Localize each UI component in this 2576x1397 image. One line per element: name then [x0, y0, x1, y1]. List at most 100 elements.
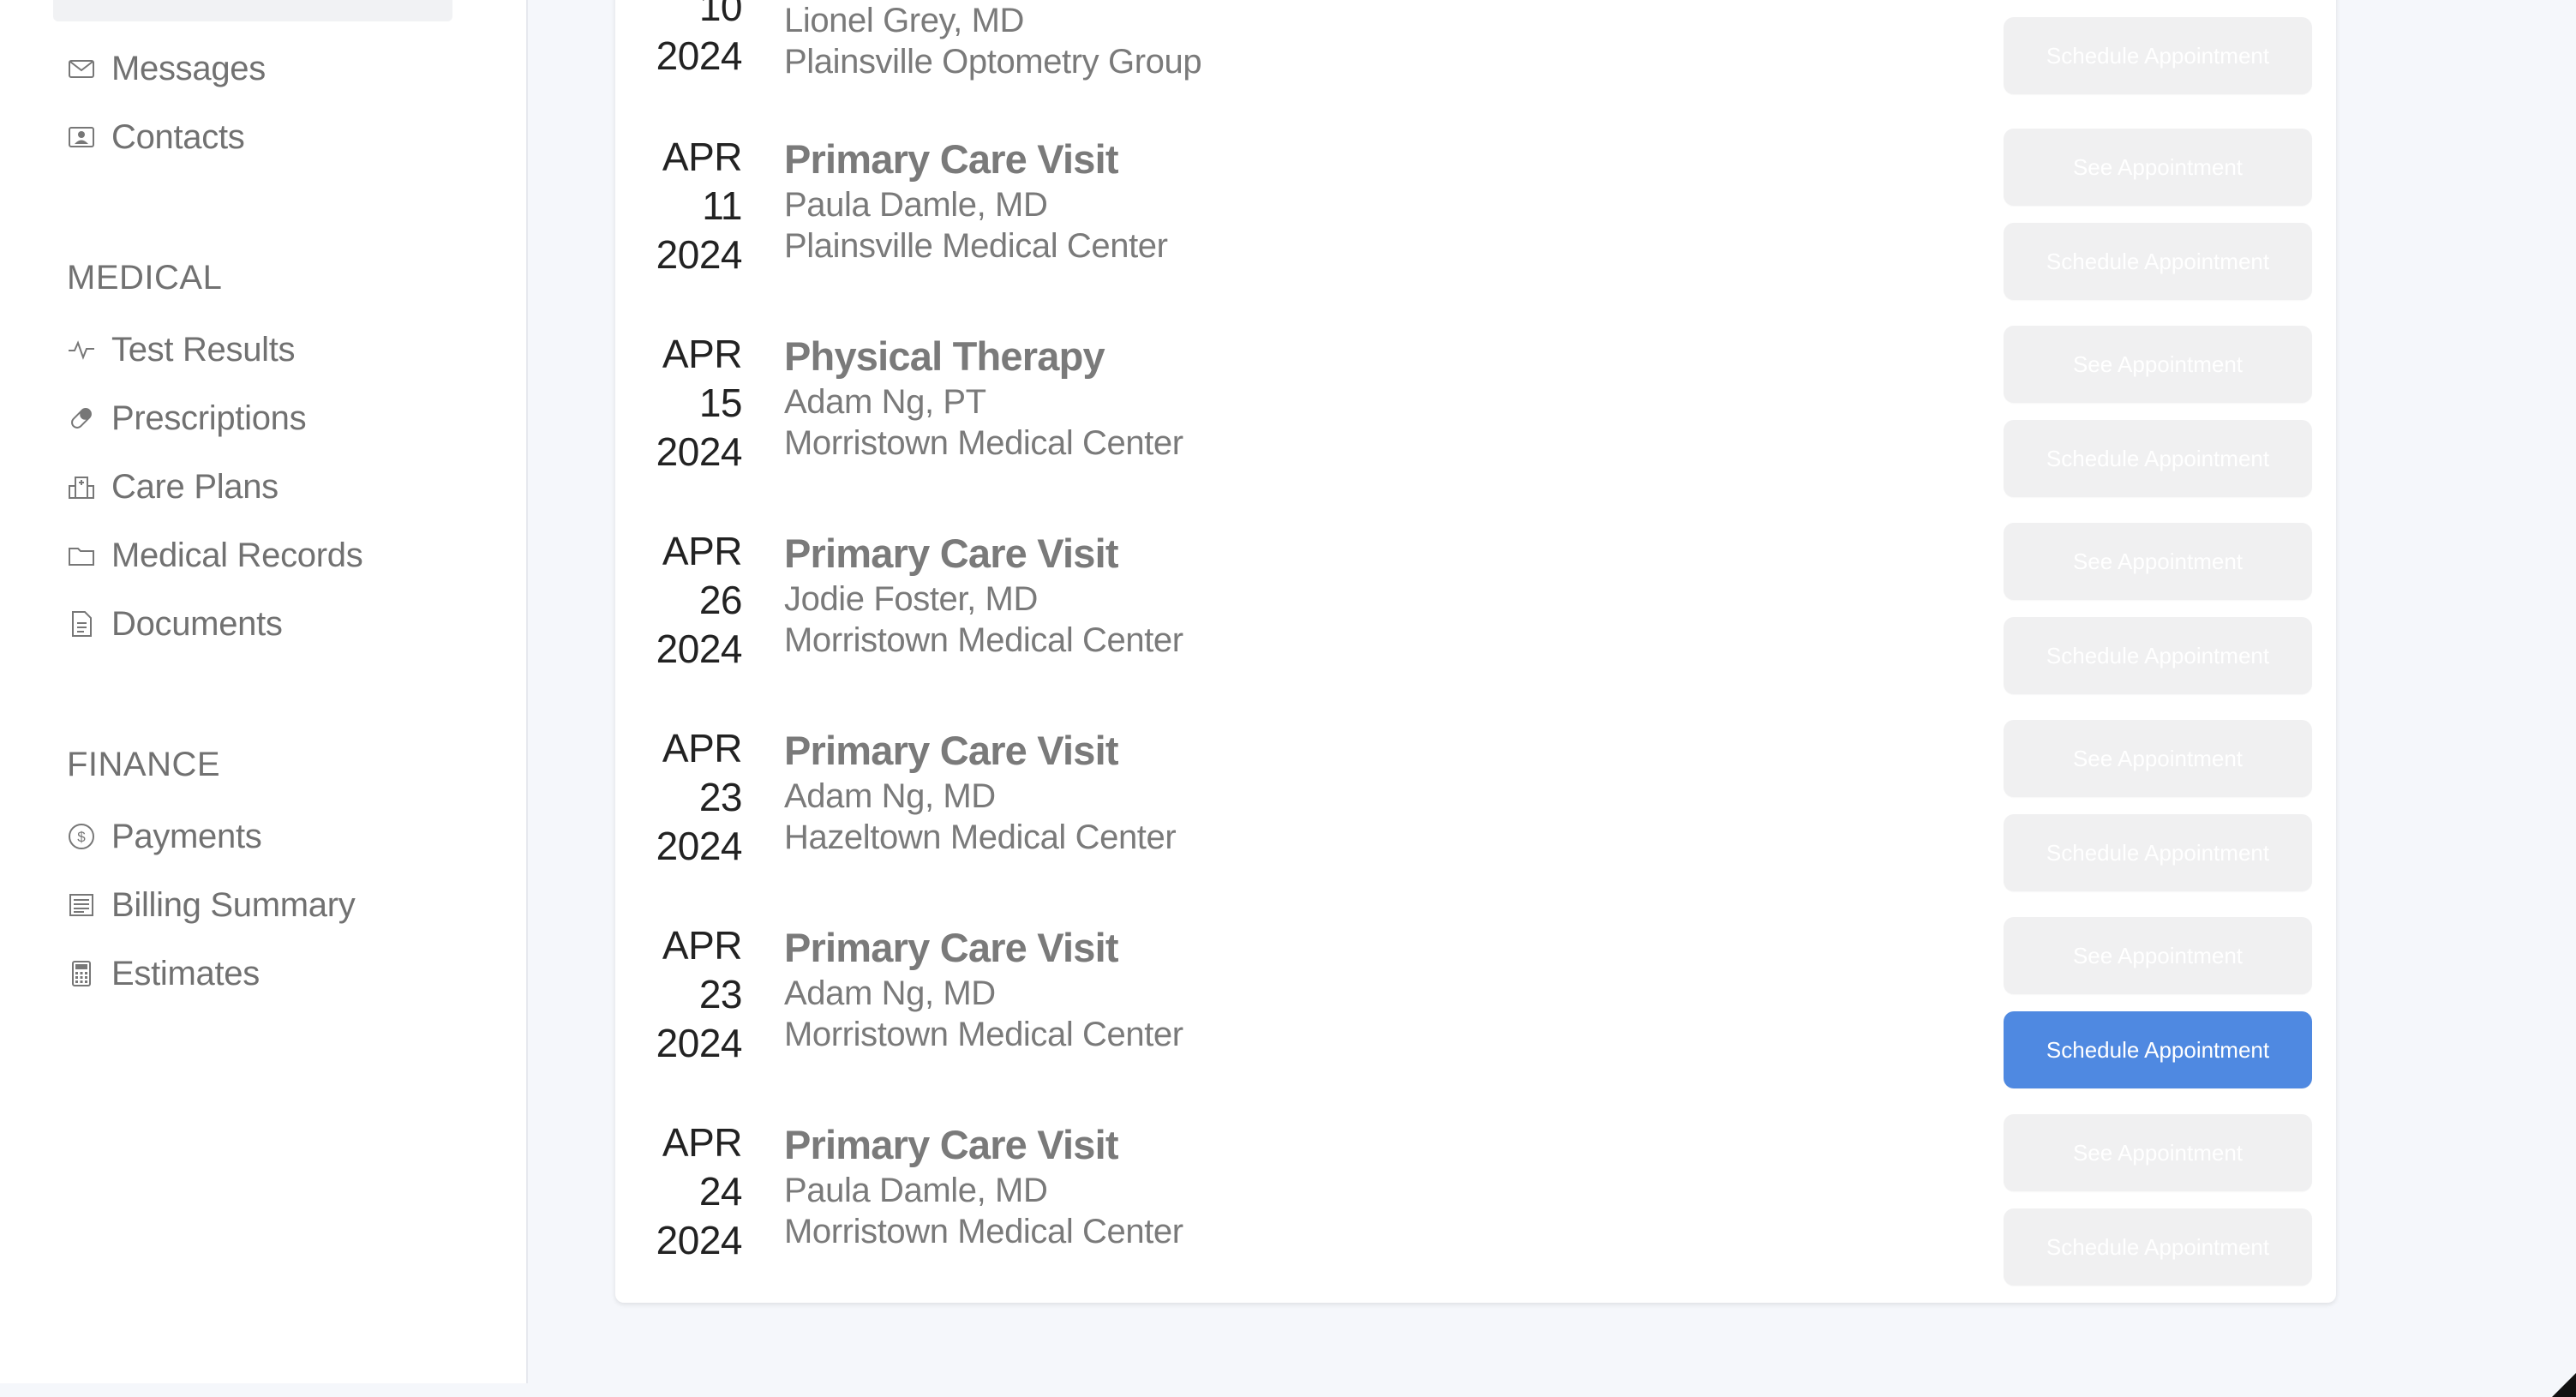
sidebar-item-documents[interactable]: Documents: [67, 600, 283, 648]
sidebar-item-label: Billing Summary: [111, 885, 356, 924]
sidebar-item-test-results[interactable]: Test Results: [67, 326, 296, 374]
sidebar-item-label: Medical Records: [111, 536, 363, 574]
sidebar: Messages Contacts MEDICAL Test Results P…: [0, 0, 528, 1383]
appointment-year: 2024: [656, 627, 743, 671]
see-appointment-button[interactable]: See Appointment: [2004, 1114, 2312, 1191]
appointment-date: APR 26 2024: [615, 527, 743, 674]
appointment-month: APR: [662, 1120, 743, 1165]
appointment-location: Morristown Medical Center: [784, 1213, 1183, 1250]
appointment-date: APR 24 2024: [615, 1118, 743, 1265]
appointment-month: APR: [662, 529, 743, 573]
sidebar-item-appointments-active[interactable]: [53, 0, 452, 21]
sidebar-item-care-plans[interactable]: Care Plans: [67, 463, 279, 511]
appointment-day: 26: [698, 578, 743, 622]
see-appointment-button[interactable]: See Appointment: [2004, 917, 2312, 994]
appointment-month: APR: [662, 923, 743, 968]
appointment-location: Morristown Medical Center: [784, 1016, 1183, 1053]
pill-icon: [67, 404, 96, 433]
appointment-year: 2024: [656, 232, 743, 277]
appointment-title: Physical Therapy: [784, 333, 1105, 379]
appointment-provider: Paula Damle, MD: [784, 1172, 1048, 1209]
appointment-provider: Adam Ng, MD: [784, 974, 996, 1012]
appointment-month: APR: [662, 135, 743, 179]
appointment-location: Morristown Medical Center: [784, 424, 1183, 462]
appointment-date: APR 23 2024: [615, 724, 743, 871]
pulse-icon: [67, 335, 96, 364]
schedule-appointment-button[interactable]: Schedule Appointment: [2004, 1208, 2312, 1286]
appointment-details: Lionel Grey, MD Plainsville Optometry Gr…: [784, 0, 1202, 82]
sidebar-item-prescriptions[interactable]: Prescriptions: [67, 394, 307, 442]
sidebar-item-billing-summary[interactable]: Billing Summary: [67, 881, 356, 929]
appointment-month: APR: [662, 332, 743, 376]
schedule-appointment-button[interactable]: Schedule Appointment: [2004, 1011, 2312, 1088]
appointment-day: 23: [698, 775, 743, 819]
appointment-row: APR 15 2024 Physical Therapy Adam Ng, PT…: [615, 326, 2336, 527]
appointment-row: APR 23 2024 Primary Care Visit Adam Ng, …: [615, 917, 2336, 1118]
section-title-finance: FINANCE: [67, 746, 221, 783]
schedule-appointment-button[interactable]: Schedule Appointment: [2004, 17, 2312, 94]
receipt-icon: [67, 890, 96, 920]
appointment-title: Primary Care Visit: [784, 531, 1119, 576]
contact-card-icon: [67, 123, 96, 152]
sidebar-item-label: Care Plans: [111, 467, 279, 506]
see-appointment-button[interactable]: See Appointment: [2004, 129, 2312, 206]
appointment-day: 10: [698, 0, 743, 29]
sidebar-item-label: Test Results: [111, 330, 296, 369]
appointment-location: Morristown Medical Center: [784, 621, 1183, 659]
section-title-medical: MEDICAL: [67, 259, 223, 297]
see-appointment-button[interactable]: See Appointment: [2004, 523, 2312, 600]
appointment-date: APR 23 2024: [615, 921, 743, 1068]
schedule-appointment-button[interactable]: Schedule Appointment: [2004, 420, 2312, 497]
schedule-appointment-button[interactable]: Schedule Appointment: [2004, 814, 2312, 891]
sidebar-item-label: Estimates: [111, 954, 260, 992]
schedule-appointment-button[interactable]: Schedule Appointment: [2004, 617, 2312, 694]
appointment-location: Plainsville Medical Center: [784, 227, 1168, 265]
sidebar-item-label: Messages: [111, 49, 266, 87]
appointment-details: Primary Care Visit Paula Damle, MD Plain…: [784, 135, 1168, 267]
appointments-list-card: 10 2024 Lionel Grey, MD Plainsville Opto…: [615, 0, 2336, 1303]
appointment-day: 11: [702, 183, 742, 228]
appointment-year: 2024: [656, 1218, 743, 1262]
appointment-location: Hazeltown Medical Center: [784, 818, 1177, 856]
see-appointment-button[interactable]: See Appointment: [2004, 720, 2312, 797]
appointment-day: 15: [698, 381, 743, 425]
sidebar-item-contacts[interactable]: Contacts: [67, 113, 245, 161]
appointment-year: 2024: [656, 824, 743, 868]
appointment-title: Primary Care Visit: [784, 1122, 1119, 1167]
appointment-row: APR 26 2024 Primary Care Visit Jodie Fos…: [615, 523, 2336, 724]
document-icon: [67, 609, 96, 639]
sidebar-item-label: Contacts: [111, 117, 245, 156]
window-corner-decoration: [2552, 1373, 2576, 1397]
see-appointment-button[interactable]: See Appointment: [2004, 326, 2312, 403]
appointment-date: APR 11 2024: [615, 133, 743, 279]
appointment-details: Primary Care Visit Adam Ng, MD Hazeltown…: [784, 726, 1177, 858]
sidebar-item-estimates[interactable]: Estimates: [67, 950, 260, 998]
appointment-month: APR: [662, 726, 743, 770]
schedule-appointment-button[interactable]: Schedule Appointment: [2004, 223, 2312, 300]
sidebar-item-medical-records[interactable]: Medical Records: [67, 531, 363, 579]
sidebar-item-label: Prescriptions: [111, 399, 307, 437]
appointment-day: 24: [698, 1169, 743, 1214]
appointment-details: Primary Care Visit Adam Ng, MD Morristow…: [784, 923, 1183, 1055]
appointment-row: APR 11 2024 Primary Care Visit Paula Dam…: [615, 129, 2336, 330]
app-root: Messages Contacts MEDICAL Test Results P…: [0, 0, 2576, 1397]
sidebar-item-payments[interactable]: $ Payments: [67, 812, 262, 860]
sidebar-item-messages[interactable]: Messages: [67, 45, 266, 93]
appointment-title: Primary Care Visit: [784, 728, 1119, 773]
appointment-provider: Jodie Foster, MD: [784, 580, 1038, 618]
appointment-details: Primary Care Visit Paula Damle, MD Morri…: [784, 1120, 1183, 1252]
appointment-title: Primary Care Visit: [784, 925, 1119, 970]
svg-text:$: $: [77, 829, 86, 845]
appointment-details: Physical Therapy Adam Ng, PT Morristown …: [784, 332, 1183, 464]
appointment-date: APR 15 2024: [615, 330, 743, 477]
envelope-icon: [67, 54, 96, 83]
appointment-date: 10 2024: [615, 0, 743, 81]
appointment-title: Primary Care Visit: [784, 136, 1119, 182]
folder-icon: [67, 541, 96, 570]
appointment-year: 2024: [656, 33, 743, 78]
appointment-row: APR 24 2024 Primary Care Visit Paula Dam…: [615, 1114, 2336, 1316]
appointment-row: APR 23 2024 Primary Care Visit Adam Ng, …: [615, 720, 2336, 921]
appointment-location: Plainsville Optometry Group: [784, 43, 1202, 81]
appointment-provider: Adam Ng, PT: [784, 383, 986, 421]
appointment-provider: Paula Damle, MD: [784, 186, 1048, 224]
